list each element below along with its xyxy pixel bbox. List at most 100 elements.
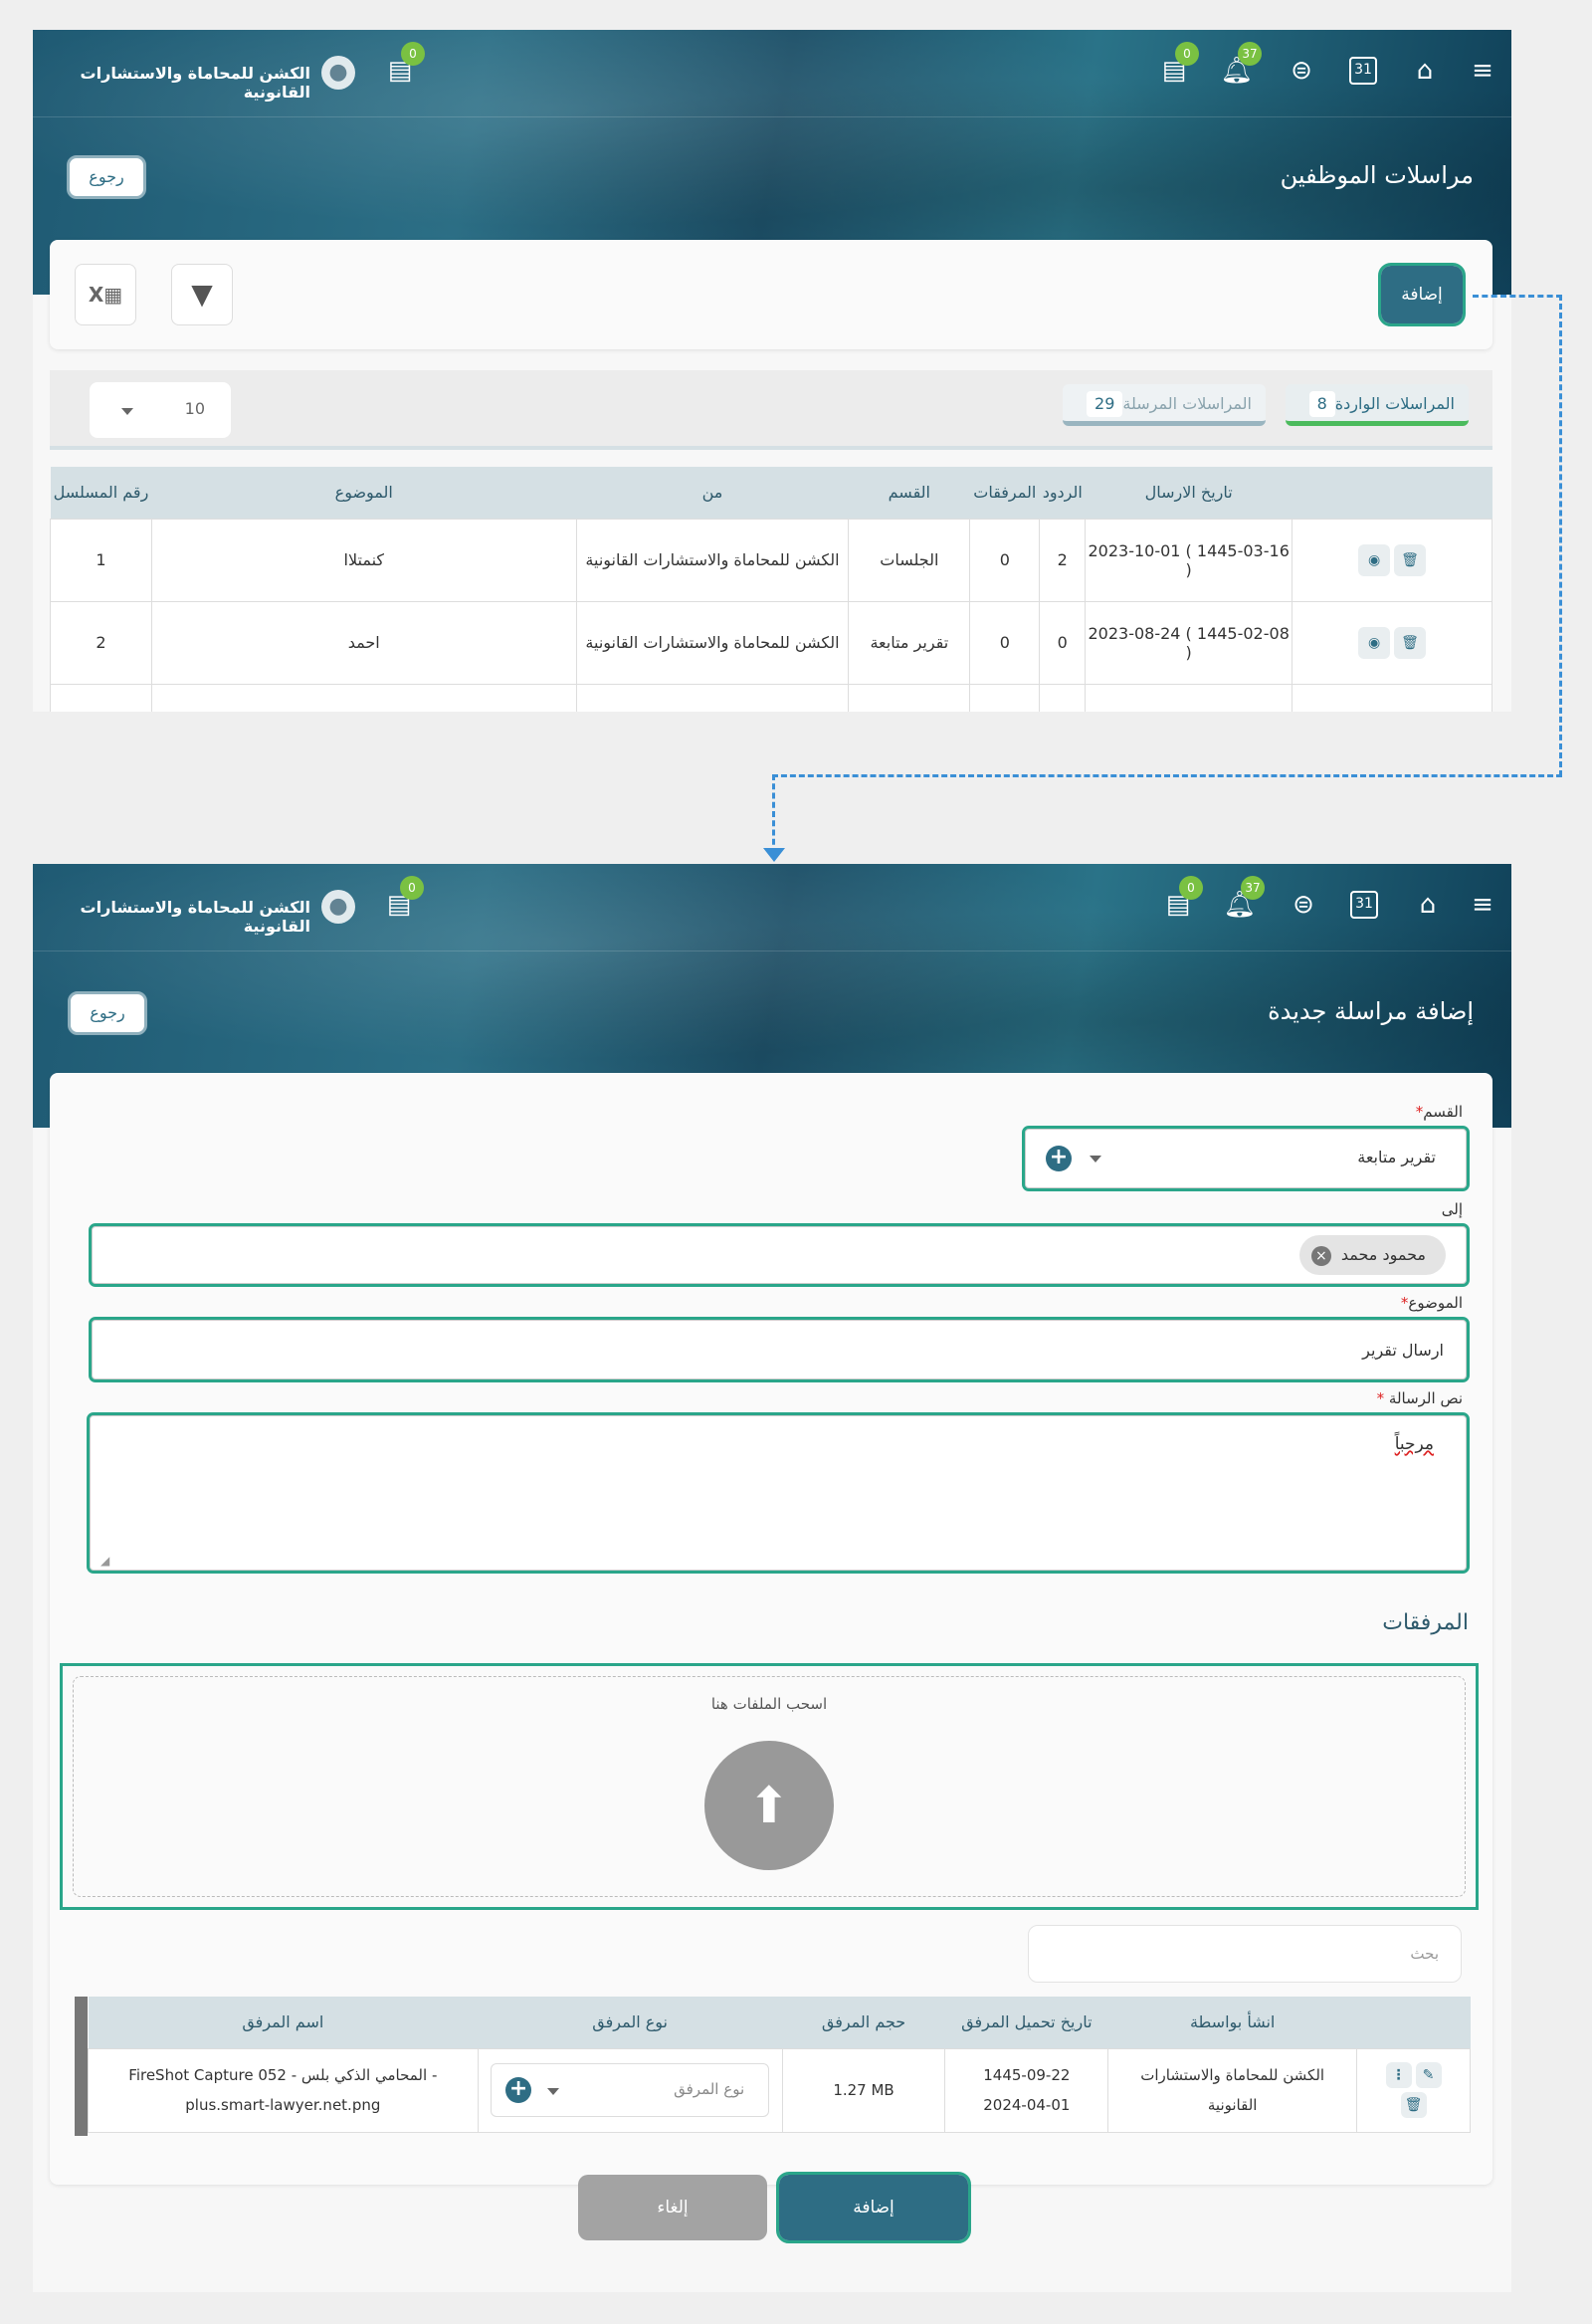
messages-icon[interactable]: ▤ 0 (382, 876, 424, 922)
cancel-button[interactable]: إلغاء (578, 2175, 767, 2240)
tab-sent[interactable]: 29 المراسلات المرسلة (1063, 384, 1266, 426)
tab-incoming[interactable]: 8 المراسلات الواردة (1285, 384, 1469, 426)
chevron-down-icon (547, 2088, 560, 2095)
avatar[interactable]: ● (321, 56, 355, 90)
tab-incoming-count: 8 (1308, 391, 1335, 417)
connector-line (1473, 295, 1562, 298)
connector-line (772, 774, 1562, 777)
subject-value: ارسال تقرير (1362, 1341, 1444, 1360)
col-att-creator: انشأ بواسطة (1107, 1997, 1357, 2048)
table-row[interactable]: 1 كنمتلاا الكشن للمحاماة والاستشارات الق… (50, 518, 1492, 602)
cell-replies: 2 (1039, 518, 1087, 602)
submit-button[interactable]: إضافة (776, 2172, 971, 2243)
table-header: رقم المسلسل الموضوع من القسم المرفقات ال… (50, 467, 1492, 519)
dropzone[interactable]: اسحب الملفات هنا ⬆ (60, 1663, 1479, 1910)
body-textarea[interactable]: مرحباً ◢ (87, 1412, 1470, 1574)
back-button[interactable]: رجوع (68, 991, 147, 1035)
col-serial: رقم المسلسل (50, 467, 152, 519)
messages-icon[interactable]: ▤ 0 (383, 42, 425, 88)
calendar-icon[interactable]: 31 (1349, 57, 1377, 85)
add-type-icon[interactable]: + (505, 2077, 532, 2103)
col-replies: الردود (1039, 467, 1086, 519)
subject-label: *الموضوع (1400, 1294, 1463, 1312)
calendar-icon[interactable]: 31 (1350, 891, 1378, 919)
add-department-icon[interactable]: + (1046, 1146, 1072, 1171)
recipient-chip[interactable]: × محمود محمد (1298, 1235, 1446, 1275)
more-icon[interactable]: ⋮ (1385, 2062, 1412, 2088)
body-label: * نص الرسالة (1376, 1389, 1463, 1407)
upload-cloud-icon[interactable]: ⬆ (704, 1741, 834, 1870)
date-gregorian: 2024-04-01 (983, 2096, 1071, 2114)
delete-icon[interactable]: 🗑︎ (1394, 543, 1427, 576)
arrow-down-icon (763, 848, 785, 862)
menu-icon[interactable]: ≡ (1466, 888, 1499, 922)
search-placeholder: بحث (1410, 1945, 1439, 1963)
toggle-icon[interactable]: ⊜ (1287, 888, 1320, 922)
chat-icon[interactable]: ▤ 0 (1161, 876, 1203, 922)
calendar-day: 31 (1355, 896, 1373, 912)
notifications-badge: 37 (1241, 876, 1265, 900)
table-row[interactable]: 2 احمد الكشن للمحاماة والاستشارات القانو… (50, 600, 1492, 685)
back-button[interactable]: رجوع (67, 155, 146, 199)
col-date: تاريخ الارسال (1085, 467, 1293, 519)
table-row-partial (50, 683, 1492, 712)
company-name: الكشن للمحاماة والاستشارات القانونية (80, 64, 310, 102)
attachments-title: المرفقات (1382, 1610, 1469, 1635)
drop-text: اسحب الملفات هنا (710, 1695, 828, 1713)
department-select[interactable]: تقرير متابعة + (1022, 1126, 1470, 1191)
cell-att-actions: ⋮ ✎ 🗑︎ (1356, 2047, 1471, 2133)
cell-attachments: 0 (969, 518, 1041, 602)
type-placeholder: نوع المرفق (674, 2080, 745, 2098)
cell-att-size: 1.27 MB (781, 2047, 946, 2133)
cell-department: الجلسات (848, 518, 971, 602)
connector-line (772, 774, 775, 854)
cell-actions: ◉ 🗑︎ (1292, 600, 1492, 685)
page-title: إضافة مراسلة جديدة (1268, 997, 1474, 1025)
col-att-date: تاريخ تحميل المرفق (944, 1997, 1108, 2048)
chat-badge: 0 (1175, 42, 1199, 66)
page-size-value: 10 (184, 399, 205, 418)
col-department: القسم (848, 467, 970, 519)
form-card: *القسم تقرير متابعة + إلى × محمود محمد *ا… (50, 1073, 1492, 2185)
view-icon[interactable]: ◉ (1358, 543, 1391, 576)
dropzone-border: اسحب الملفات هنا ⬆ (73, 1676, 1466, 1897)
filter-icon[interactable]: ▼ (171, 264, 233, 325)
view-icon[interactable]: ◉ (1358, 626, 1391, 659)
department-label: *القسم (1415, 1103, 1463, 1121)
avatar[interactable]: ● (321, 890, 355, 924)
messages-badge: 0 (401, 42, 425, 66)
chat-icon[interactable]: ▤ 0 (1157, 42, 1199, 88)
col-attachments: المرفقات (969, 467, 1040, 519)
excel-icon[interactable]: X▦ (75, 264, 136, 325)
col-att-actions (1356, 1997, 1471, 2048)
resize-handle-icon[interactable]: ◢ (100, 1554, 109, 1568)
remove-icon[interactable]: × (1310, 1246, 1331, 1266)
edit-icon[interactable]: ✎ (1415, 2062, 1442, 2088)
subject-input[interactable]: ارسال تقرير (89, 1317, 1470, 1382)
toggle-icon[interactable]: ⊜ (1285, 54, 1318, 88)
col-actions (1292, 467, 1492, 519)
attachments-table: اسم المرفق نوع المرفق حجم المرفق تاريخ ت… (88, 1997, 1471, 2133)
messages-badge: 0 (400, 876, 424, 900)
recipient-name: محمود محمد (1340, 1245, 1426, 1264)
to-field[interactable]: × محمود محمد (89, 1223, 1470, 1287)
home-icon[interactable]: ⌂ (1408, 54, 1442, 88)
attachment-type-select[interactable]: نوع المرفق + (491, 2063, 770, 2117)
to-label: إلى (1441, 1200, 1463, 1218)
body-value: مرحباً (1394, 1434, 1434, 1454)
cell-attachments: 0 (969, 600, 1041, 685)
bell-icon[interactable]: 🔔︎ 37 (1220, 42, 1262, 88)
search-input[interactable]: بحث (1028, 1925, 1462, 1983)
delete-icon[interactable]: 🗑︎ (1400, 2092, 1427, 2118)
bell-icon[interactable]: 🔔︎ 37 (1223, 876, 1265, 922)
home-icon[interactable]: ⌂ (1411, 888, 1445, 922)
menu-icon[interactable]: ≡ (1466, 54, 1499, 88)
chevron-down-icon (121, 408, 133, 415)
page-size-select[interactable]: 10 (90, 382, 231, 438)
cell-att-name: FireShot Capture 052 - المحامي الذكي بلس… (88, 2047, 479, 2133)
table-row[interactable]: FireShot Capture 052 - المحامي الذكي بلس… (88, 2047, 1471, 2133)
add-button[interactable]: إضافة (1378, 263, 1466, 326)
cell-att-type: نوع المرفق + (477, 2047, 783, 2133)
cell-from: الكشن للمحاماة والاستشارات القانونية (575, 518, 850, 602)
delete-icon[interactable]: 🗑︎ (1394, 626, 1427, 659)
